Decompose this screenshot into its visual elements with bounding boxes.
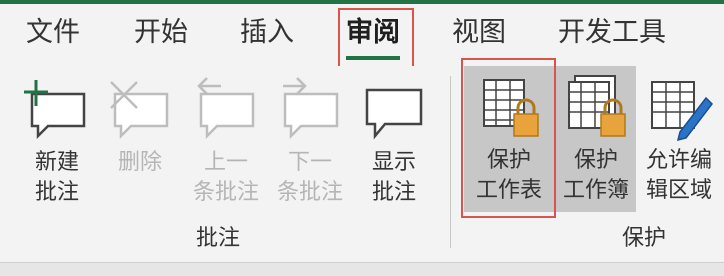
previous-comment-button[interactable]: 上一 条批注	[186, 74, 266, 224]
previous-comment-label: 上一 条批注	[192, 150, 259, 205]
protect-sheet-label: 保护 工作表	[475, 148, 542, 203]
tab-view[interactable]: 视图	[452, 16, 506, 50]
protect-workbook-button[interactable]: 保护 工作簿	[556, 66, 636, 212]
delete-comment-icon	[110, 81, 169, 140]
excel-ribbon: 文件 开始 插入 审阅 视图 开发工具 新建 批注 删除 上一 条批注 下一 条…	[0, 0, 724, 276]
protect-sheet-button[interactable]: 保护 工作表	[464, 66, 554, 212]
next-comment-icon	[283, 77, 339, 140]
protect-workbook-icon	[568, 75, 626, 137]
group-separator	[450, 76, 451, 248]
tab-file[interactable]: 文件	[26, 16, 80, 50]
next-comment-label: 下一 条批注	[276, 150, 343, 205]
ribbon-bottom-edge	[0, 262, 724, 276]
new-comment-button[interactable]: 新建 批注	[20, 74, 94, 224]
comments-group-label: 批注	[196, 226, 241, 251]
allow-edit-ranges-button[interactable]: 允许编 辑区域	[638, 66, 720, 216]
ribbon-body: 新建 批注 删除 上一 条批注 下一 条批注 显示 批注 批注 保护 工作表 保…	[0, 66, 724, 262]
delete-comment-label: 删除	[117, 150, 162, 175]
protect-group-label: 保护	[622, 226, 667, 251]
tab-insert[interactable]: 插入	[240, 16, 294, 50]
next-comment-button[interactable]: 下一 条批注	[270, 74, 350, 224]
new-comment-label: 新建 批注	[34, 150, 79, 205]
show-comment-label: 显示 批注	[371, 150, 416, 205]
previous-comment-icon	[197, 77, 255, 140]
tab-home[interactable]: 开始	[134, 16, 188, 50]
new-comment-icon	[24, 80, 86, 140]
tab-developer[interactable]: 开发工具	[558, 16, 666, 50]
allow-edit-ranges-label: 允许编 辑区域	[645, 148, 712, 203]
tab-review[interactable]: 审阅	[346, 16, 400, 50]
show-comment-icon	[365, 88, 423, 140]
protect-workbook-label: 保护 工作簿	[562, 148, 629, 203]
allow-edit-ranges-icon	[651, 81, 713, 142]
ribbon-tabs: 文件 开始 插入 审阅 视图 开发工具	[0, 4, 724, 66]
protect-sheet-icon	[483, 79, 539, 137]
delete-comment-button[interactable]: 删除	[104, 74, 176, 224]
show-comment-button[interactable]: 显示 批注	[358, 74, 430, 224]
active-tab-underline	[346, 56, 400, 60]
